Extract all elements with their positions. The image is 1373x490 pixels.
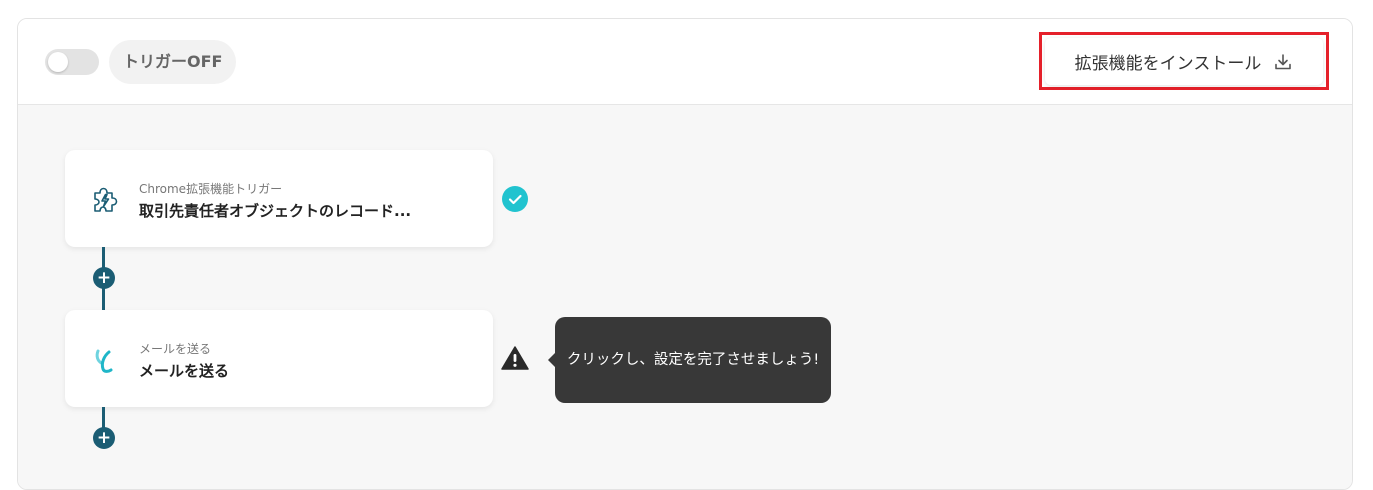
tooltip-text: クリックし、設定を完了させましょう! (566, 352, 820, 368)
puzzle-lightning-icon (89, 184, 121, 216)
trigger-status-badge: トリガーOFF (109, 40, 237, 84)
step-title: メールを送る (139, 362, 230, 380)
step-title: 取引先責任者オブジェクトのレコード... (139, 202, 412, 220)
warning-icon (501, 345, 529, 371)
setup-tooltip: クリックし、設定を完了させましょう! (548, 317, 831, 403)
step-subtitle: Chrome拡張機能トリガー (139, 182, 283, 196)
tooltip-arrow (548, 353, 555, 367)
add-step-button[interactable]: + (93, 427, 115, 449)
install-extension-label: 拡張機能をインストール (1074, 54, 1262, 74)
step-card-trigger[interactable]: Chrome拡張機能トリガー 取引先責任者オブジェクトのレコード... (65, 150, 493, 247)
trigger-toggle[interactable] (45, 49, 99, 75)
add-step-button[interactable]: + (93, 267, 115, 289)
connector-line (102, 247, 105, 269)
flow-toolbar: トリガーOFF 拡張機能をインストール (18, 19, 1352, 105)
flow-canvas: Chrome拡張機能トリガー 取引先責任者オブジェクトのレコード... + メー… (18, 105, 1352, 489)
download-icon (1273, 52, 1293, 72)
step-card-send-mail[interactable]: メールを送る メールを送る (65, 310, 493, 407)
connector-line (102, 288, 105, 310)
step-subtitle: メールを送る (139, 342, 212, 356)
flow-editor-panel: トリガーOFF 拡張機能をインストール Chrome拡張機能トリガー 取引先責任… (17, 18, 1353, 490)
install-extension-button[interactable]: 拡張機能をインストール (1045, 38, 1323, 85)
connector-line (102, 407, 105, 429)
toggle-knob (48, 52, 68, 72)
check-circle-icon (502, 186, 528, 212)
mail-brand-icon (89, 344, 121, 376)
